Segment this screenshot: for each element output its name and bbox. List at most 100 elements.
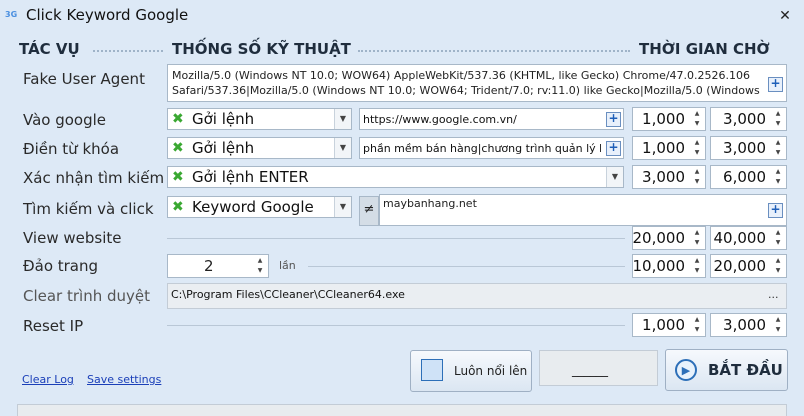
- command-value: Gởi lệnh ENTER: [192, 168, 309, 186]
- row-divider: [167, 238, 625, 239]
- window-icon: [421, 359, 443, 381]
- wait-max-value: 20,000: [713, 257, 767, 275]
- row-divider: [308, 266, 625, 267]
- wait-max-stepper[interactable]: 3,000 ▲ ▼: [710, 313, 787, 337]
- wait-max-stepper[interactable]: 3,000 ▲ ▼: [710, 107, 787, 131]
- play-icon: ▶: [675, 359, 697, 381]
- domain-value: maybanhang.net: [383, 197, 477, 210]
- green-x-icon: ✖: [172, 169, 184, 185]
- wait-min-value: 1,000: [642, 110, 685, 128]
- spin-arrows-icon[interactable]: ▲ ▼: [690, 167, 704, 187]
- wait-min-stepper[interactable]: 1,000 ▲ ▼: [632, 313, 706, 337]
- wait-min-stepper[interactable]: 10,000 ▲ ▼: [632, 254, 706, 278]
- spin-arrows-icon[interactable]: ▲ ▼: [690, 228, 704, 248]
- wait-max-stepper[interactable]: 20,000 ▲ ▼: [710, 254, 787, 278]
- chevron-down-icon[interactable]: ▼: [334, 138, 351, 158]
- start-button[interactable]: ▶ BẮT ĐẦU: [665, 349, 788, 391]
- spin-arrows-icon[interactable]: ▲ ▼: [690, 138, 704, 158]
- label-view-website: View website: [23, 229, 122, 247]
- wait-min-stepper[interactable]: 1,000 ▲ ▼: [632, 107, 706, 131]
- header-divider: [93, 50, 163, 52]
- wait-min-stepper[interactable]: 1,000 ▲ ▼: [632, 136, 706, 160]
- plus-icon[interactable]: +: [606, 112, 621, 127]
- wait-max-value: 3,000: [723, 139, 766, 157]
- status-value: ______: [572, 363, 608, 377]
- spin-arrows-icon[interactable]: ▲ ▼: [253, 256, 267, 276]
- plus-icon[interactable]: +: [768, 77, 783, 92]
- spin-arrows-icon[interactable]: ▲ ▼: [771, 109, 785, 129]
- clear-log-link[interactable]: Clear Log: [22, 373, 74, 386]
- label-dien-tu-khoa: Điền từ khóa: [23, 140, 120, 158]
- chevron-down-icon[interactable]: ▼: [334, 109, 351, 129]
- label-tim-kiem-click: Tìm kiếm và click: [23, 200, 154, 218]
- label-vao-google: Vào google: [23, 111, 107, 129]
- command-select[interactable]: ✖ Gởi lệnh ENTER ▼: [167, 166, 624, 188]
- window-title: Click Keyword Google: [26, 6, 189, 24]
- green-x-icon: ✖: [172, 199, 184, 215]
- wait-min-stepper[interactable]: 20,000 ▲ ▼: [632, 226, 706, 250]
- wait-max-stepper[interactable]: 6,000 ▲ ▼: [710, 165, 787, 189]
- plus-icon[interactable]: +: [768, 203, 783, 218]
- command-select[interactable]: ✖ Gởi lệnh ▼: [167, 108, 352, 130]
- chevron-down-icon[interactable]: ▼: [334, 197, 351, 217]
- browse-button[interactable]: ...: [768, 288, 779, 301]
- spin-arrows-icon[interactable]: ▲ ▼: [771, 228, 785, 248]
- save-settings-link[interactable]: Save settings: [87, 373, 161, 386]
- command-select[interactable]: ✖ Gởi lệnh ▼: [167, 137, 352, 159]
- unit-label: lần: [279, 259, 296, 272]
- ccleaner-path-field[interactable]: C:\Program Files\CCleaner\CCleaner64.exe…: [167, 283, 787, 309]
- wait-max-value: 3,000: [723, 110, 766, 128]
- label-reset-ip: Reset IP: [23, 317, 84, 335]
- start-label: BẮT ĐẦU: [708, 361, 783, 379]
- wait-min-value: 1,000: [642, 316, 685, 334]
- header-task: TÁC VỤ: [19, 40, 80, 58]
- command-value: Gởi lệnh: [192, 110, 255, 128]
- spin-arrows-icon[interactable]: ▲ ▼: [771, 256, 785, 276]
- wait-max-stepper[interactable]: 3,000 ▲ ▼: [710, 136, 787, 160]
- spin-arrows-icon[interactable]: ▲ ▼: [771, 138, 785, 158]
- chevron-down-icon[interactable]: ▼: [606, 167, 623, 187]
- ccleaner-path-value: C:\Program Files\CCleaner\CCleaner64.exe: [171, 288, 405, 301]
- spin-arrows-icon[interactable]: ▲ ▼: [771, 315, 785, 335]
- status-field: ______: [539, 350, 658, 386]
- green-x-icon: ✖: [172, 140, 184, 156]
- keyword-value: phần mềm bán hàng|chương trình quản lý b…: [363, 142, 601, 155]
- label-clear-browser: Clear trình duyệt: [23, 287, 151, 305]
- wait-max-value: 3,000: [723, 316, 766, 334]
- always-on-top-button[interactable]: Luôn nổi lên: [410, 350, 532, 392]
- plus-icon[interactable]: +: [606, 141, 621, 156]
- close-icon[interactable]: ✕: [774, 5, 796, 27]
- keyword-field[interactable]: phần mềm bán hàng|chương trình quản lý b…: [359, 137, 624, 159]
- wait-max-value: 6,000: [723, 168, 766, 186]
- header-wait: THỜI GIAN CHỜ: [639, 40, 770, 58]
- user-agent-line-2: Safari/537.36|Mozilla/5.0 (Windows NT 10…: [172, 84, 762, 97]
- always-on-top-label: Luôn nổi lên: [454, 364, 528, 378]
- command-value: Keyword Google: [192, 198, 314, 216]
- url-value: https://www.google.com.vn/: [363, 113, 517, 126]
- user-agent-field[interactable]: Mozilla/5.0 (Windows NT 10.0; WOW64) App…: [167, 64, 787, 102]
- command-value: Gởi lệnh: [192, 139, 255, 157]
- spin-arrows-icon[interactable]: ▲ ▼: [690, 109, 704, 129]
- green-x-icon: ✖: [172, 111, 184, 127]
- command-select[interactable]: ✖ Keyword Google ▼: [167, 196, 352, 218]
- domain-field[interactable]: maybanhang.net +: [379, 194, 787, 226]
- log-panel: [17, 404, 787, 416]
- spin-arrows-icon[interactable]: ▲ ▼: [771, 167, 785, 187]
- label-fake-user-agent: Fake User Agent: [23, 70, 145, 88]
- spin-arrows-icon[interactable]: ▲ ▼: [690, 256, 704, 276]
- header-divider: [358, 50, 630, 52]
- label-xac-nhan: Xác nhận tìm kiếm: [23, 169, 165, 187]
- wait-min-stepper[interactable]: 3,000 ▲ ▼: [632, 165, 706, 189]
- app-icon: 3G: [5, 10, 18, 19]
- header-spec: THỐNG SỐ KỸ THUẬT: [172, 40, 351, 58]
- not-equal-toggle[interactable]: ≠: [359, 196, 379, 226]
- wait-min-value: 10,000: [632, 257, 686, 275]
- url-field[interactable]: https://www.google.com.vn/ +: [359, 108, 624, 130]
- wait-min-value: 20,000: [632, 229, 686, 247]
- user-agent-line-1: Mozilla/5.0 (Windows NT 10.0; WOW64) App…: [172, 69, 751, 82]
- label-dao-trang: Đảo trang: [23, 257, 99, 275]
- page-count-value: 2: [204, 257, 214, 275]
- wait-max-stepper[interactable]: 40,000 ▲ ▼: [710, 226, 787, 250]
- spin-arrows-icon[interactable]: ▲ ▼: [690, 315, 704, 335]
- page-count-stepper[interactable]: 2 ▲ ▼: [167, 254, 269, 278]
